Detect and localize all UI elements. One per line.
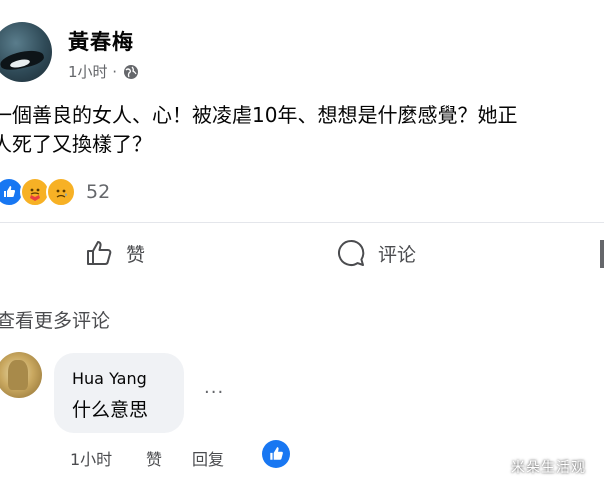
comment-bubble-icon (338, 239, 365, 266)
reactions-summary[interactable]: 52 (0, 176, 110, 208)
comment-time[interactable]: 1小时 (70, 446, 112, 470)
divider (0, 222, 604, 223)
post-text: 一個善良的女人、心！被凌虐10年、想想是什麼感覺？她正 人死了又換樣了？ (0, 101, 604, 159)
post-meta: 1小时 · (68, 61, 139, 82)
post-line: 一個善良的女人、心！被凌虐10年、想想是什麼感覺？她正 (0, 103, 518, 127)
post-time[interactable]: 1小时 · (68, 61, 117, 82)
watermark: 米朵生活观 (511, 460, 586, 476)
like-label: 赞 (126, 243, 146, 266)
share-button-edge[interactable] (600, 240, 604, 268)
comment-like-button[interactable]: 赞 (146, 446, 162, 470)
globe-icon (124, 64, 139, 79)
like-button[interactable]: 赞 (84, 236, 145, 270)
comment-button[interactable]: 评论 (336, 236, 416, 270)
sad-icon (46, 177, 76, 207)
commenter-avatar[interactable] (0, 352, 42, 398)
comment-label: 评论 (378, 243, 417, 266)
comment-more-options[interactable]: ··· (204, 382, 224, 403)
post-line: 人死了又換樣了？ (0, 132, 152, 156)
author-name[interactable]: 黃春梅 (68, 26, 134, 56)
comment-like-badge-icon[interactable] (262, 440, 290, 468)
view-more-comments-link[interactable]: 查看更多评论 (0, 306, 110, 333)
author-avatar[interactable] (0, 22, 52, 82)
avatar-figure (8, 360, 28, 390)
comment-reply-button[interactable]: 回复 (192, 446, 224, 470)
reaction-count[interactable]: 52 (86, 181, 110, 203)
comment-text: 什么意思 (72, 399, 149, 421)
thumbs-up-icon (87, 241, 112, 265)
commenter-name[interactable]: Hua Yang (72, 369, 147, 388)
